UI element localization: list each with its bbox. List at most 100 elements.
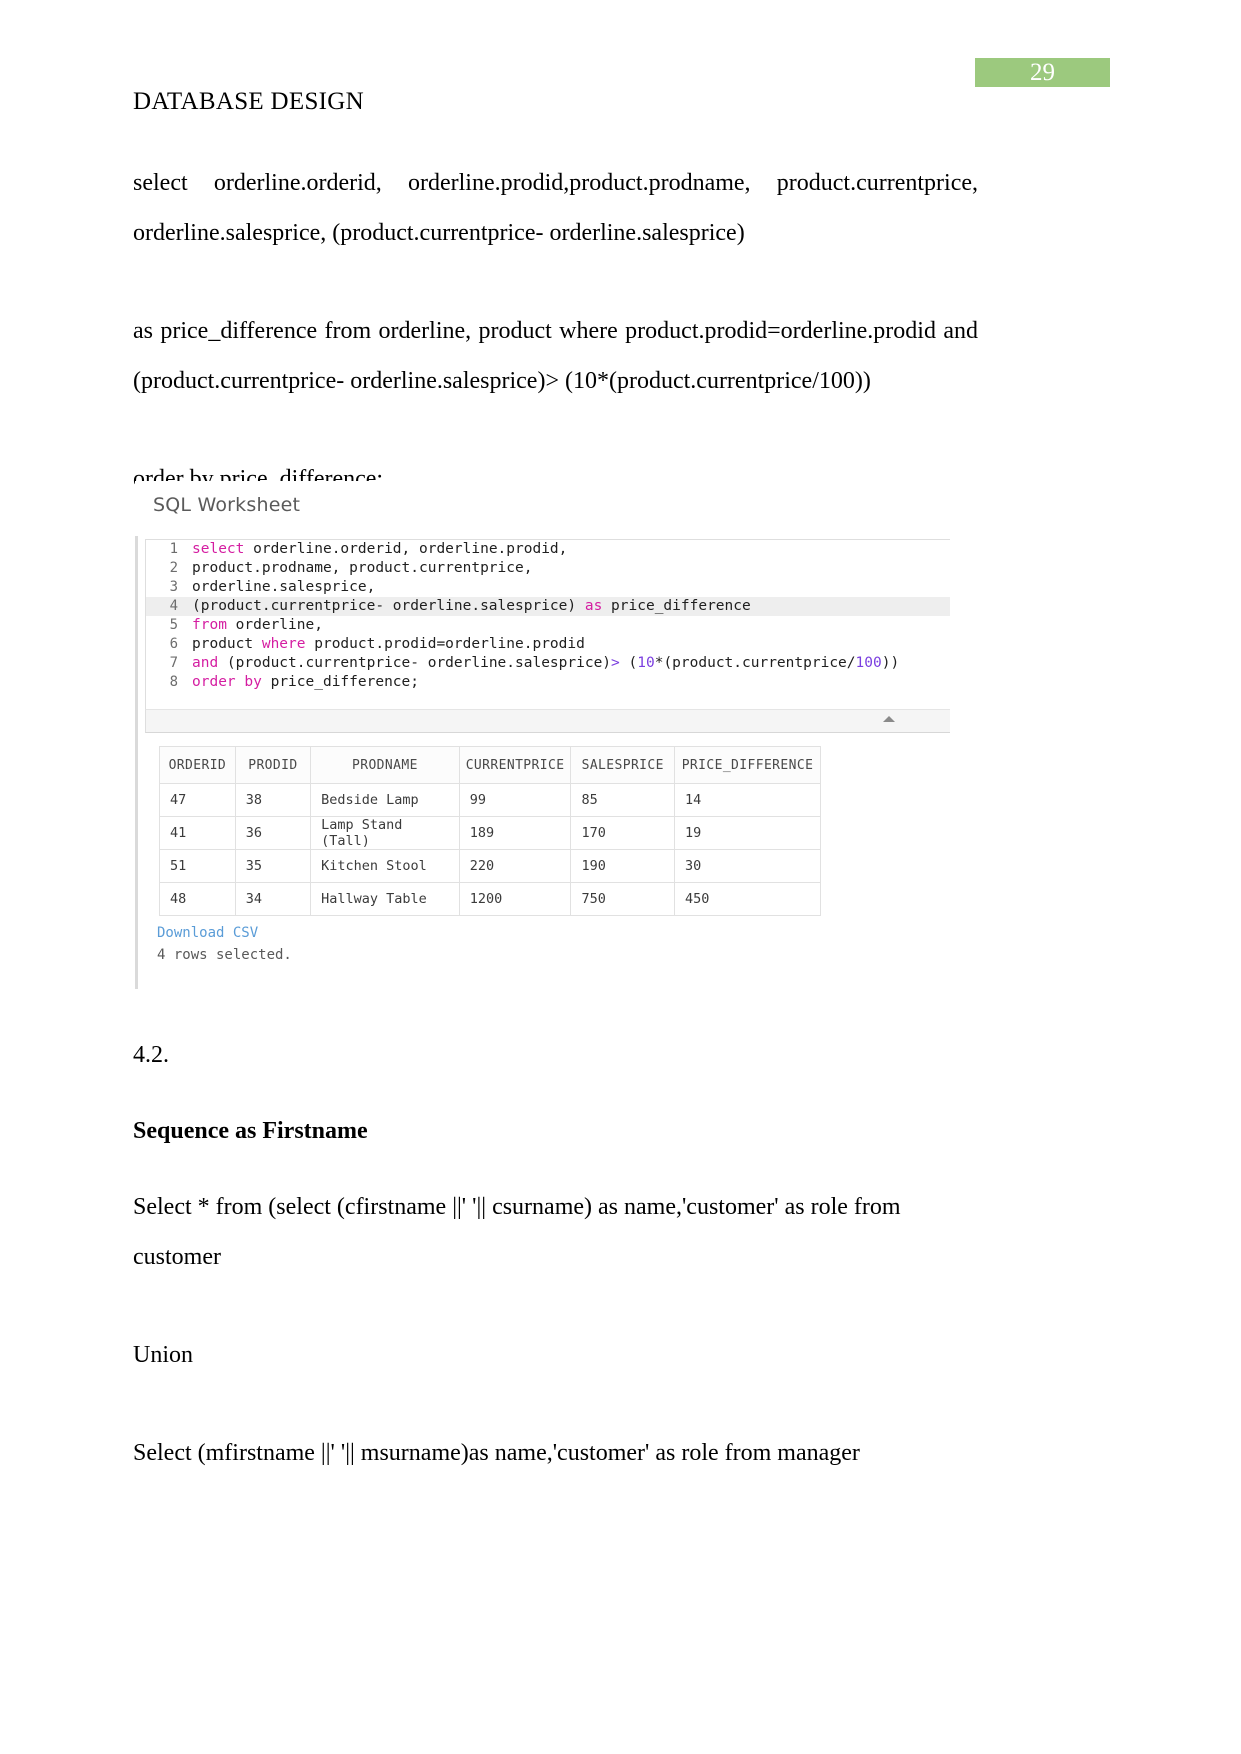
code-line: 1 select orderline.orderid, orderline.pro…: [146, 540, 950, 559]
line-number: 7: [169, 655, 178, 671]
editor-footer-bar[interactable]: [145, 709, 950, 733]
line-number: 3: [169, 579, 178, 595]
code-line: 2 product.prodname, product.currentprice,: [146, 559, 950, 578]
table-body: 47 38 Bedside Lamp 99 85 14 41 36 Lamp Stand (Ta…: [159, 783, 821, 916]
code-line: 4 (product.currentprice- orderline.salesp…: [146, 597, 950, 616]
table-cell: 750: [570, 882, 676, 916]
sql-worksheet-title: SQL Worksheet: [153, 494, 301, 516]
code-token: order: [192, 674, 236, 690]
code-token: orderline.salesprice,: [192, 579, 376, 595]
table-cell: Kitchen Stool: [310, 849, 460, 883]
document-body: DATABASE DESIGN select orderline.orderid…: [133, 88, 978, 526]
query-results-table: ORDERID PRODID PRODNAME CURRENTPRICE SALESPR…: [159, 746, 821, 916]
code-token: select: [192, 541, 245, 557]
table-column-header: SALESPRICE: [570, 746, 676, 784]
line-number: 4: [169, 598, 178, 614]
screenshot-left-border: [135, 536, 138, 989]
table-cell: 34: [234, 882, 312, 916]
section-heading: Sequence as Firstname: [133, 1118, 368, 1144]
table-cell: Bedside Lamp: [310, 783, 460, 817]
page-title: DATABASE DESIGN: [133, 88, 364, 115]
collapse-chevron-up-icon[interactable]: [883, 716, 895, 722]
code-token: *(product.currentprice/: [654, 655, 856, 671]
code-token: product.prodname, product.currentprice,: [192, 560, 533, 576]
code-token: price_difference: [602, 598, 751, 614]
line-number: 2: [169, 560, 178, 576]
code-token: 10: [637, 655, 655, 671]
code-line: 5 from orderline,: [146, 616, 950, 635]
table-column-header: PRODID: [234, 746, 312, 784]
code-line-list: 1 select orderline.orderid, orderline.pro…: [146, 540, 950, 692]
table-cell: 47: [159, 783, 236, 817]
table-cell: 30: [674, 849, 821, 883]
document-body-lower: 4.2. Sequence as Firstname Select * from…: [133, 1030, 978, 1500]
code-token: by: [244, 674, 262, 690]
sql-paragraph-2: as price_difference from orderline, prod…: [133, 318, 978, 394]
table-column-header: ORDERID: [159, 746, 236, 784]
table-cell: 450: [674, 882, 821, 916]
code-token: (product.currentprice- orderline.salespr…: [218, 655, 612, 671]
line-number: 5: [169, 617, 178, 633]
screenshot-canvas: SQL Worksheet 1 select orderline.orderid,…: [135, 481, 950, 989]
table-cell: 1200: [458, 882, 572, 916]
code-token: as: [584, 598, 603, 614]
table-cell: 85: [570, 783, 676, 817]
line-number: 8: [169, 674, 178, 690]
table-cell: 99: [458, 783, 572, 817]
code-token: 100: [855, 655, 882, 671]
line-number: 1: [169, 541, 178, 557]
sql-code-editor[interactable]: 1 select orderline.orderid, orderline.pro…: [145, 539, 950, 710]
code-line: 6 product where product.prodid=orderline.…: [146, 635, 950, 654]
code-token: >: [611, 655, 620, 671]
code-token: where: [261, 636, 306, 652]
page-number-badge: 29: [975, 58, 1110, 87]
closing-paragraph-1: Select * from (select (cfirstname ||' '|…: [133, 1194, 901, 1270]
code-token: orderline,: [226, 617, 323, 633]
code-line: 7 and (product.currentprice- orderline.sa…: [146, 654, 950, 673]
code-token: from: [192, 617, 227, 633]
closing-paragraph-2: Union: [133, 1342, 193, 1368]
sql-paragraph-1: select orderline.orderid, orderline.prod…: [133, 170, 978, 246]
table-cell: 189: [458, 816, 572, 850]
section-number: 4.2.: [133, 1042, 169, 1068]
sql-worksheet-screenshot: SQL Worksheet 1 select orderline.orderid,…: [135, 481, 950, 989]
table-row: 41 36 Lamp Stand (Tall) 189 170 19: [159, 816, 821, 850]
table-cell: 190: [570, 849, 676, 883]
code-token: )): [881, 655, 900, 671]
code-token: product: [192, 636, 262, 652]
code-line: 8 order by price_difference;: [146, 673, 950, 692]
table-cell: 41: [159, 816, 236, 850]
table-cell: Lamp Stand (Tall): [310, 816, 460, 850]
table-column-header: CURRENTPRICE: [458, 746, 572, 784]
code-token: price_difference;: [261, 674, 419, 690]
code-token: orderline.orderid, orderline.prodid,: [244, 541, 568, 557]
table-cell: 36: [234, 816, 312, 850]
download-csv-link[interactable]: Download CSV: [157, 925, 258, 941]
table-cell: 38: [234, 783, 312, 817]
table-cell: 14: [674, 783, 821, 817]
closing-paragraph-3: Select (mfirstname ||' '|| msurname)as n…: [133, 1440, 860, 1466]
rows-selected-status: 4 rows selected.: [157, 947, 292, 963]
table-row: 48 34 Hallway Table 1200 750 450: [159, 882, 821, 916]
code-token: (: [619, 655, 638, 671]
table-row: 51 35 Kitchen Stool 220 190 30: [159, 849, 821, 883]
table-cell: 220: [458, 849, 572, 883]
table-column-header: PRICE_DIFFERENCE: [674, 746, 821, 784]
code-token: product.prodid=orderline.prodid: [305, 636, 585, 652]
table-cell: Hallway Table: [310, 882, 460, 916]
table-cell: 48: [159, 882, 236, 916]
code-token: (product.currentprice- orderline.salespr…: [192, 598, 585, 614]
table-cell: 35: [234, 849, 312, 883]
code-line: 3 orderline.salesprice,: [146, 578, 950, 597]
table-cell: 51: [159, 849, 236, 883]
table-header-row: ORDERID PRODID PRODNAME CURRENTPRICE SALESPR…: [159, 746, 821, 784]
code-token: and: [192, 655, 219, 671]
table-cell: 170: [570, 816, 676, 850]
table-row: 47 38 Bedside Lamp 99 85 14: [159, 783, 821, 817]
